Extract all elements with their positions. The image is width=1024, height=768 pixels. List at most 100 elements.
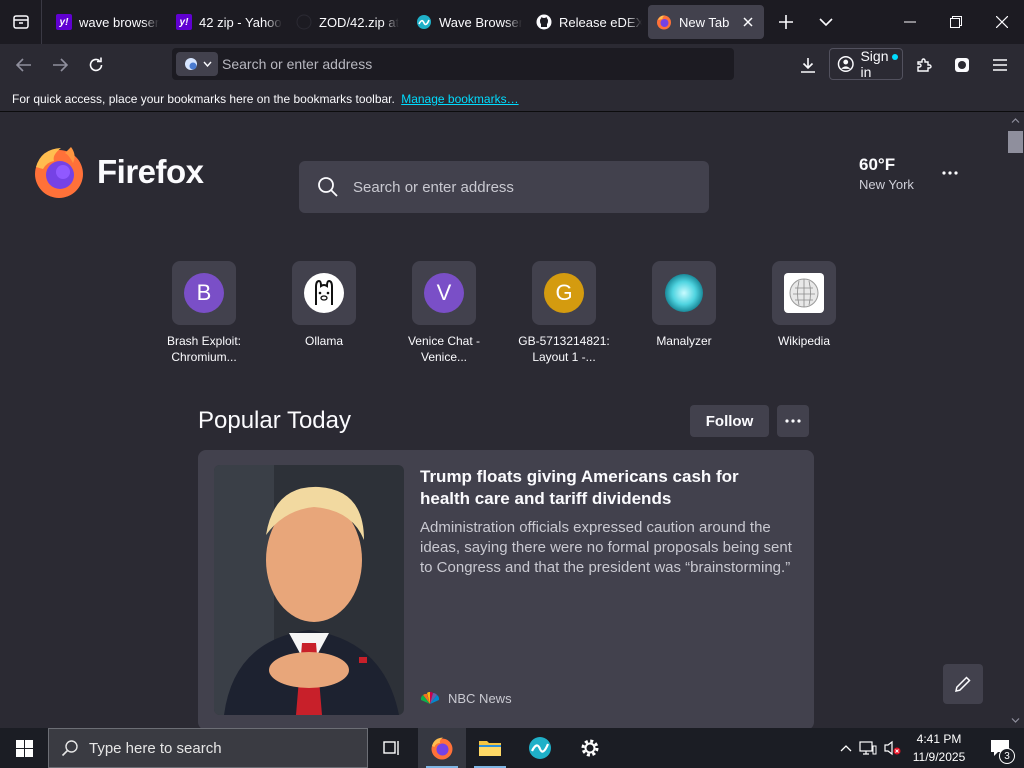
top-site-tile bbox=[292, 261, 356, 325]
weather-widget[interactable]: 60°F New York bbox=[859, 155, 914, 192]
letter-icon: G bbox=[544, 273, 584, 313]
restore-button[interactable] bbox=[934, 0, 978, 44]
tab-title: New Tab bbox=[679, 14, 730, 30]
tab-title: 42 zip - Yahoo bbox=[199, 14, 282, 30]
top-site-brash-exploit[interactable]: B Brash Exploit: Chromium... bbox=[144, 261, 264, 365]
extensions-button[interactable] bbox=[908, 49, 940, 81]
tab-title: Release eDEX- bbox=[559, 14, 642, 30]
show-hidden-icons-button[interactable] bbox=[836, 744, 856, 752]
firefox-wordmark: Firefox bbox=[97, 153, 204, 190]
firefox-icon bbox=[656, 14, 672, 30]
scrollbar-thumb[interactable] bbox=[1008, 131, 1023, 153]
top-site-wikipedia[interactable]: Wikipedia bbox=[744, 261, 864, 349]
top-site-ollama[interactable]: Ollama bbox=[264, 261, 384, 349]
puzzle-icon bbox=[917, 58, 932, 72]
tab-release-edex[interactable]: Release eDEX- bbox=[528, 5, 642, 39]
clock-date: 11/9/2025 bbox=[912, 750, 966, 764]
customize-button[interactable] bbox=[943, 664, 983, 704]
top-site-tile bbox=[772, 261, 836, 325]
taskbar-search-box[interactable]: Type here to search bbox=[48, 728, 368, 768]
top-site-label: Ollama bbox=[304, 334, 343, 348]
forward-button[interactable] bbox=[44, 49, 76, 81]
network-icon bbox=[859, 741, 877, 755]
search-engine-selector[interactable] bbox=[176, 52, 218, 76]
sign-in-button[interactable]: Sign in bbox=[829, 48, 903, 80]
top-site-label: Brash Exploit: Chromium... bbox=[166, 334, 242, 364]
start-button[interactable] bbox=[0, 728, 48, 768]
bookmarks-message: For quick access, place your bookmarks h… bbox=[12, 92, 395, 106]
volume-muted-icon bbox=[884, 740, 901, 756]
firefox-view-button[interactable] bbox=[0, 0, 42, 44]
top-site-label: Wikipedia bbox=[777, 334, 831, 348]
search-engine-icon bbox=[184, 58, 197, 70]
search-icon bbox=[61, 740, 78, 757]
url-bar bbox=[172, 48, 734, 80]
task-view-button[interactable] bbox=[368, 728, 416, 768]
close-icon bbox=[743, 17, 753, 27]
arrow-left-icon bbox=[16, 58, 31, 72]
taskbar-clock[interactable]: 4:41 PM 11/9/2025 bbox=[903, 730, 975, 766]
reload-icon bbox=[89, 57, 103, 72]
notification-center-button[interactable]: 3 bbox=[980, 728, 1020, 768]
follow-button[interactable]: Follow bbox=[690, 405, 769, 437]
ollama-icon bbox=[304, 273, 344, 313]
firefox-logo: Firefox bbox=[33, 145, 204, 199]
network-button[interactable] bbox=[856, 740, 880, 756]
firefox-icon bbox=[35, 147, 83, 198]
scroll-up-arrow[interactable] bbox=[1006, 113, 1024, 127]
yahoo-icon: y! bbox=[56, 14, 72, 30]
story-card[interactable]: Trump floats giving Americans cash for h… bbox=[198, 450, 814, 728]
letter-icon: V bbox=[424, 273, 464, 313]
close-tab-button[interactable] bbox=[740, 14, 756, 30]
top-site-venice-chat[interactable]: V Venice Chat - Venice... bbox=[384, 261, 504, 365]
list-all-tabs-button[interactable] bbox=[806, 0, 846, 44]
tab-strip: y! wave browser y! 42 zip - Yahoo ZOD/42… bbox=[0, 0, 1024, 44]
tab-42-zip-yahoo[interactable]: y! 42 zip - Yahoo bbox=[168, 5, 282, 39]
restore-icon bbox=[950, 16, 962, 28]
top-site-label: GB-5713214821: Layout 1 -... bbox=[518, 334, 610, 364]
clock-time: 4:41 PM bbox=[916, 732, 962, 746]
top-site-gb-layout[interactable]: G GB-5713214821: Layout 1 -... bbox=[504, 261, 624, 365]
close-window-button[interactable] bbox=[980, 0, 1024, 44]
newtab-search-box bbox=[299, 161, 709, 213]
taskbar-file-explorer[interactable] bbox=[466, 728, 514, 768]
back-button[interactable] bbox=[8, 49, 40, 81]
app-menu-button[interactable] bbox=[984, 49, 1016, 81]
newtab-search-input[interactable] bbox=[351, 161, 691, 213]
system-tray bbox=[836, 728, 904, 768]
top-site-label: Manalyzer bbox=[656, 334, 712, 348]
taskbar-wave-browser[interactable] bbox=[516, 728, 564, 768]
taskbar-firefox[interactable] bbox=[418, 728, 466, 768]
tab-zod-42-zip[interactable]: ZOD/42.zip at bbox=[288, 5, 402, 39]
task-view-icon bbox=[383, 741, 399, 755]
top-site-tile: G bbox=[532, 261, 596, 325]
extension-wave-button[interactable] bbox=[946, 49, 978, 81]
tab-wave-browser[interactable]: Wave Browser bbox=[408, 5, 522, 39]
manage-bookmarks-link[interactable]: Manage bookmarks… bbox=[401, 92, 518, 106]
top-site-tile bbox=[652, 261, 716, 325]
hamburger-menu-icon bbox=[993, 59, 1007, 71]
chevron-down-icon bbox=[819, 18, 833, 27]
reload-button[interactable] bbox=[80, 49, 112, 81]
search-icon bbox=[318, 177, 338, 197]
taskbar-settings[interactable] bbox=[566, 728, 614, 768]
nbc-peacock-icon bbox=[420, 691, 440, 704]
tab-wave-browser-search[interactable]: y! wave browser bbox=[48, 5, 162, 39]
chevron-down-icon bbox=[1011, 717, 1019, 723]
tab-new-tab[interactable]: New Tab bbox=[648, 5, 764, 39]
page-scrollbar[interactable] bbox=[1006, 113, 1024, 728]
url-input[interactable] bbox=[220, 48, 720, 80]
arrow-right-icon bbox=[53, 58, 68, 72]
extension-icon bbox=[955, 58, 969, 72]
github-icon bbox=[536, 14, 552, 30]
minimize-button[interactable] bbox=[888, 0, 932, 44]
pencil-icon bbox=[955, 676, 971, 692]
new-tab-button[interactable] bbox=[766, 0, 806, 44]
section-menu-button[interactable] bbox=[777, 405, 809, 437]
scroll-down-arrow[interactable] bbox=[1006, 713, 1024, 727]
top-site-manalyzer[interactable]: Manalyzer bbox=[624, 261, 744, 349]
weather-menu-button[interactable] bbox=[936, 161, 964, 185]
taskbar-search-placeholder: Type here to search bbox=[89, 739, 222, 757]
volume-button[interactable] bbox=[880, 740, 904, 756]
downloads-button[interactable] bbox=[792, 49, 824, 81]
